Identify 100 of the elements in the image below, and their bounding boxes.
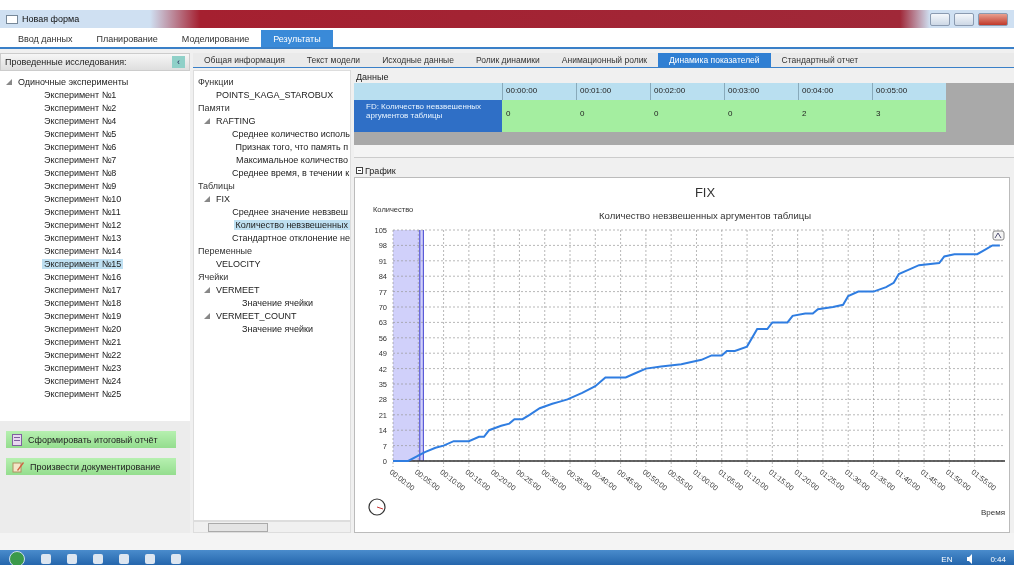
collapse-icon[interactable] [356, 167, 363, 174]
tree-item[interactable]: Количество невзвешенных [233, 219, 350, 230]
taskbar-app-icon[interactable] [40, 553, 52, 565]
section-title: Таблицы [198, 180, 235, 191]
minimize-button[interactable] [930, 12, 950, 26]
collapse-button[interactable]: ‹ [172, 56, 185, 68]
tree-item[interactable]: Эксперимент №25 [42, 388, 124, 399]
tree-item[interactable]: Эксперимент №9 [42, 180, 119, 191]
expanded-arrow-icon[interactable] [204, 195, 210, 202]
tab[interactable]: Моделирование [169, 30, 262, 47]
table-cell: 0 [650, 100, 724, 132]
tree-item[interactable]: Эксперимент №21 [42, 336, 124, 347]
tree-item[interactable]: Эксперимент №22 [42, 349, 124, 360]
start-button[interactable] [8, 551, 26, 565]
tree-item[interactable]: POINTS_KAGA_STAROBUX [214, 89, 336, 100]
tree-item[interactable]: Эксперимент №20 [42, 323, 124, 334]
tab[interactable]: Ролик динамики [464, 53, 551, 67]
taskbar-app-icon[interactable] [66, 553, 78, 565]
tree-item[interactable]: Эксперимент №14 [42, 245, 124, 256]
tab[interactable]: Общая информация [193, 53, 296, 67]
section-title: Переменные [198, 245, 253, 256]
tab[interactable]: Стандартный отчет [770, 53, 870, 67]
column-header: 00:04:00 [798, 83, 872, 100]
table-cell: 3 [872, 100, 946, 132]
table-cell: 2 [798, 100, 872, 132]
tree-item[interactable]: Одиночные эксперименты [16, 76, 131, 87]
panel-title: График [365, 165, 396, 176]
document-icon [12, 460, 24, 473]
scrollbar-thumb[interactable] [208, 522, 268, 532]
tree-item[interactable]: Эксперимент №24 [42, 375, 124, 386]
action-button[interactable]: Произвести документирование [6, 458, 176, 475]
selection-line[interactable] [422, 229, 424, 462]
taskbar-app-icon[interactable] [144, 553, 156, 565]
tree-item[interactable]: RAFTING [214, 115, 258, 126]
tree-item[interactable]: Эксперимент №8 [42, 167, 119, 178]
tree-item[interactable]: VERMEET [214, 284, 262, 295]
expanded-arrow-icon[interactable] [204, 117, 210, 124]
tree-item[interactable]: Среднее время, в течении к [230, 167, 352, 178]
horizontal-scrollbar[interactable] [354, 145, 1014, 158]
column-header: 00:05:00 [872, 83, 946, 100]
tree-item[interactable]: Эксперимент №23 [42, 362, 124, 373]
tree-item[interactable]: Максимальное количество [234, 154, 350, 165]
tree-item[interactable]: Признак того, что память п [233, 141, 350, 152]
section-title: Функции [198, 76, 234, 87]
column-header: 00:03:00 [724, 83, 798, 100]
window-icon [6, 14, 18, 24]
tree-item[interactable]: FIX [214, 193, 232, 204]
expanded-arrow-icon[interactable] [6, 78, 12, 85]
tree-item[interactable]: Эксперимент №13 [42, 232, 124, 243]
tree-item[interactable]: Среднее значение невзвеш [230, 206, 350, 217]
clock-icon[interactable] [368, 498, 386, 516]
tree-item[interactable]: Эксперимент №2 [42, 102, 119, 113]
expanded-arrow-icon[interactable] [204, 286, 210, 293]
tree-item[interactable]: Эксперимент №1 [42, 89, 119, 100]
taskbar-app-icon[interactable] [92, 553, 104, 565]
tree-item[interactable]: Эксперимент №11 [42, 206, 123, 217]
tree-item[interactable]: Эксперимент №15 [42, 258, 124, 269]
tree-item[interactable]: Эксперимент №16 [42, 271, 124, 282]
taskbar-app-icon[interactable] [170, 553, 182, 565]
table-cell: 0 [502, 100, 576, 132]
tree-item[interactable]: VELOCITY [214, 258, 263, 269]
window-title: Новая форма [22, 14, 80, 24]
tree-item[interactable]: Эксперимент №6 [42, 141, 119, 152]
table-cell: 0 [724, 100, 798, 132]
panel-title: Проведенные исследования: [5, 57, 127, 67]
tab[interactable]: Ввод данных [6, 30, 85, 47]
panel-title: Данные [356, 71, 389, 82]
maximize-button[interactable] [954, 12, 974, 26]
tree-item[interactable]: Эксперимент №12 [42, 219, 124, 230]
tab[interactable]: Результаты [261, 30, 333, 47]
tab[interactable]: Планирование [84, 30, 170, 47]
tree-item[interactable]: Эксперимент №19 [42, 310, 124, 321]
tree-item[interactable]: Эксперимент №7 [42, 154, 119, 165]
tree-item[interactable]: Эксперимент №4 [42, 115, 119, 126]
clock[interactable]: 0:44 [990, 554, 1006, 564]
tree-item[interactable]: Стандартное отклонение не [230, 232, 352, 243]
tree-item[interactable]: Эксперимент №18 [42, 297, 124, 308]
expanded-arrow-icon[interactable] [204, 312, 210, 319]
tree-item[interactable]: Значение ячейки [240, 297, 315, 308]
tab[interactable]: Текст модели [295, 53, 372, 67]
row-header[interactable]: FD: Количество невзвешенных аргументов таблицы [354, 100, 502, 132]
tab[interactable]: Динамика показателей [658, 53, 771, 67]
taskbar-app-icon[interactable] [118, 553, 130, 565]
x-axis-label: Время [980, 508, 1005, 517]
table-cell: 0 [576, 100, 650, 132]
tab[interactable]: Исходные данные [371, 53, 465, 67]
language-indicator[interactable]: EN [941, 554, 953, 564]
tree-item[interactable]: Среднее количество исполь [230, 128, 352, 139]
close-button[interactable] [978, 12, 1008, 26]
tree-item[interactable]: Эксперимент №10 [42, 193, 124, 204]
tree-item[interactable]: Эксперимент №17 [42, 284, 124, 295]
tab[interactable]: Анимационный ролик [550, 53, 659, 67]
tree-item[interactable]: Значение ячейки [240, 323, 315, 334]
section-title: Ячейки [198, 271, 229, 282]
action-button[interactable]: Сформировать итоговый отчёт [6, 431, 176, 448]
chart-title: FIX [694, 185, 716, 200]
section-title: Памяти [198, 102, 230, 113]
tree-item[interactable]: Эксперимент №5 [42, 128, 119, 139]
label-toggle-icon[interactable] [992, 230, 1005, 241]
tree-item[interactable]: VERMEET_COUNT [214, 310, 299, 321]
